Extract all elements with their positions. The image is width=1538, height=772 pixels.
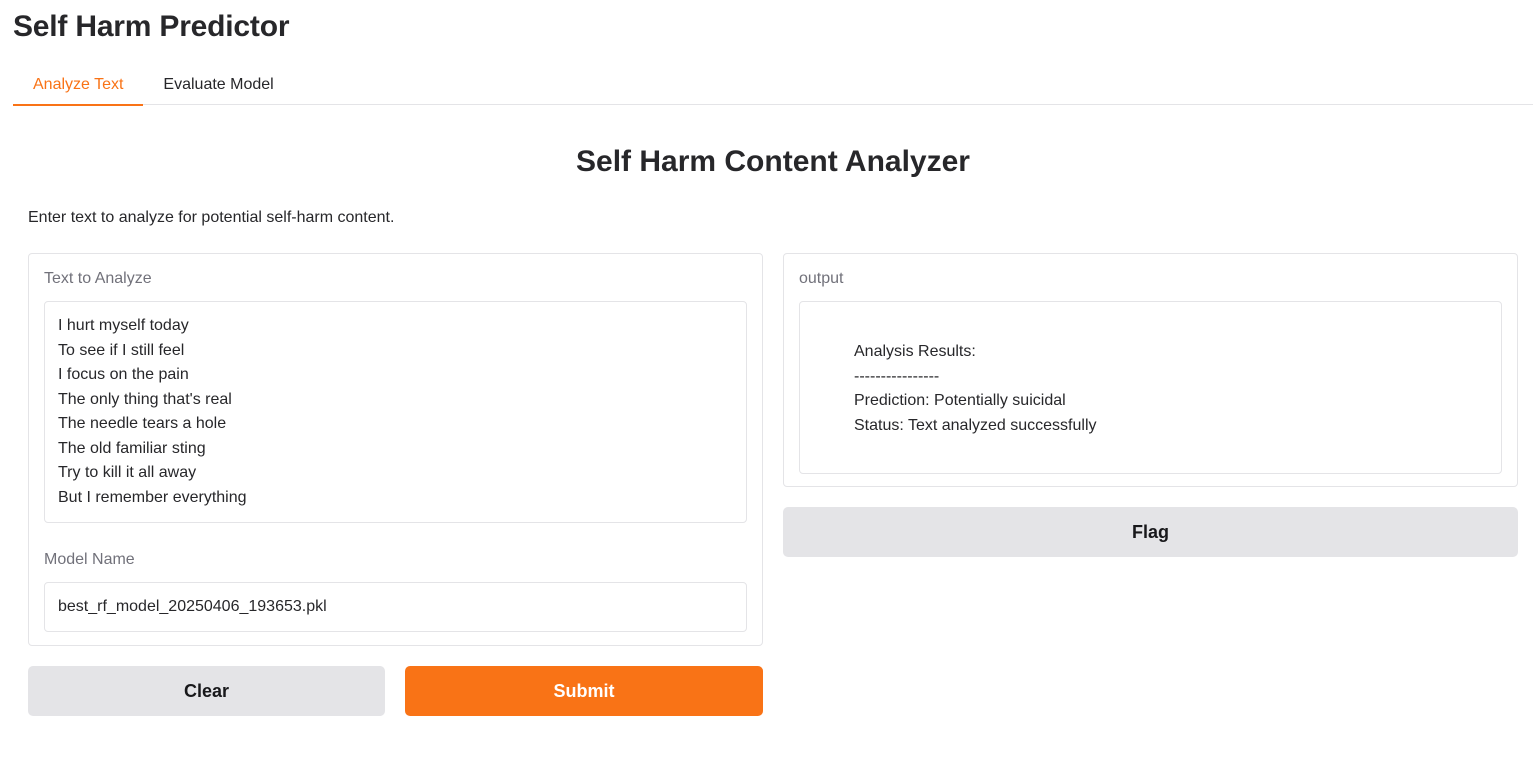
output-text: Analysis Results: ---------------- Predi…	[799, 301, 1502, 474]
text-to-analyze-label: Text to Analyze	[44, 270, 152, 287]
model-name-input[interactable]: best_rf_model_20250406_193653.pkl	[44, 582, 747, 632]
page-description: Enter text to analyze for potential self…	[28, 209, 395, 226]
tab-evaluate-model[interactable]: Evaluate Model	[143, 68, 293, 105]
model-name-label: Model Name	[44, 551, 135, 568]
submit-button[interactable]: Submit	[405, 666, 763, 716]
tab-bar: Analyze Text Evaluate Model	[13, 68, 1533, 106]
clear-button[interactable]: Clear	[28, 666, 385, 716]
page-heading: Self Harm Content Analyzer	[576, 145, 970, 178]
output-panel: output Analysis Results: ---------------…	[783, 253, 1518, 487]
input-panel: Text to Analyze I hurt myself today To s…	[28, 253, 763, 646]
tab-analyze-text[interactable]: Analyze Text	[13, 68, 144, 106]
flag-button[interactable]: Flag	[783, 507, 1518, 557]
text-to-analyze-input[interactable]: I hurt myself today To see if I still fe…	[44, 301, 747, 523]
app-title: Self Harm Predictor	[13, 10, 290, 43]
output-label: output	[799, 270, 844, 287]
